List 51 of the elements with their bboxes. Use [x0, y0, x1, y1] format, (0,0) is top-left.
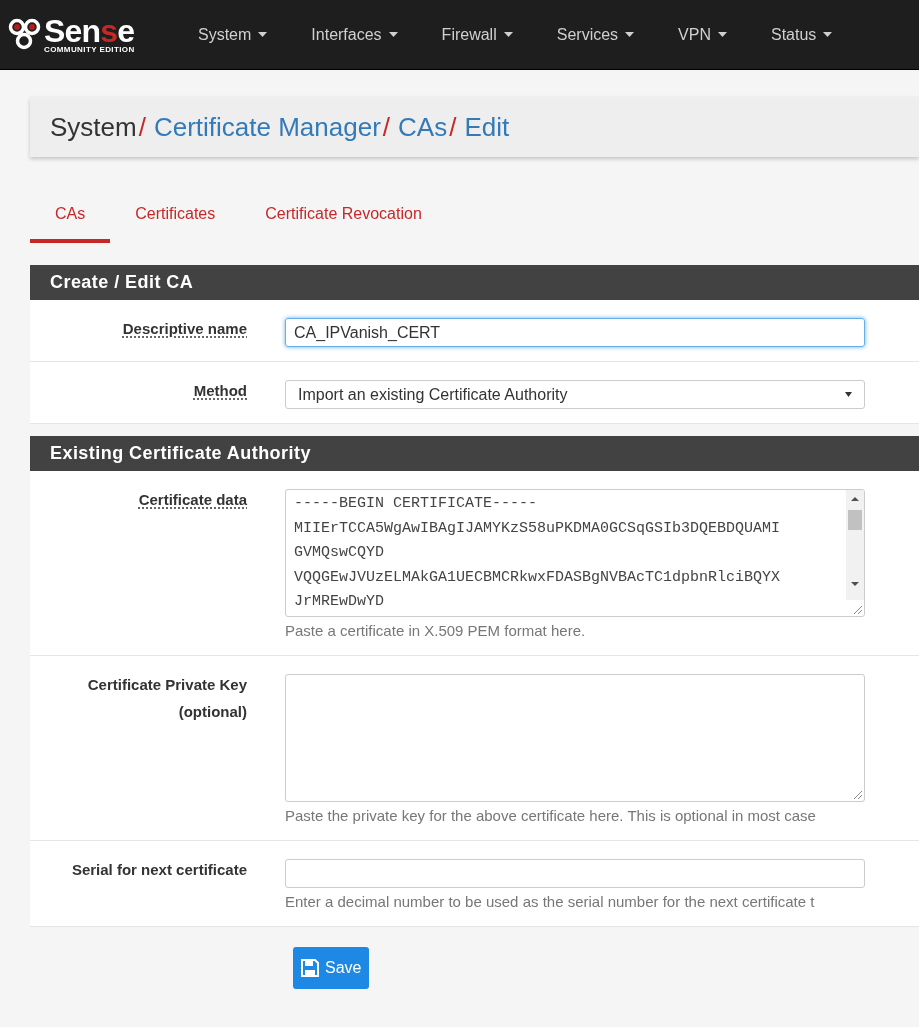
- nav-menu-item[interactable]: Services: [556, 22, 635, 47]
- section-header: Create / Edit CA: [30, 265, 919, 300]
- tab[interactable]: Certificates: [110, 195, 241, 243]
- textarea-field[interactable]: [285, 674, 865, 802]
- nav-menu-item[interactable]: System: [198, 22, 268, 47]
- scrollbar-icon: [846, 490, 864, 600]
- help-text: Paste a certificate in X.509 PEM format here.: [285, 621, 587, 641]
- field-label: Method: [193, 381, 247, 401]
- caret-icon: [823, 32, 833, 37]
- section-header: Existing Certificate Authority: [30, 436, 919, 471]
- field-label: Descriptive name: [122, 319, 247, 339]
- text-input[interactable]: CA_IPVanish_CERT: [285, 318, 865, 347]
- help-text: Enter a decimal number to be used as the serial number for the next certificate t: [285, 892, 816, 912]
- save-button[interactable]: Save: [293, 947, 370, 989]
- textarea-line: GVMQswCQYD: [294, 543, 385, 563]
- resize-handle-icon: [853, 605, 862, 614]
- nav-menu-item[interactable]: Status: [771, 22, 833, 47]
- textarea-line: MIIErTCCA5WgAwIBAgIJAMYKzS58uPKDMA0GCSqGSIb3DQEBDQUAMI: [294, 518, 782, 539]
- breadcrumb-text: System: [50, 110, 137, 144]
- field-label: Certificate data: [138, 490, 247, 510]
- caret-icon: [503, 32, 513, 37]
- breadcrumb-separator: /: [382, 110, 391, 144]
- breadcrumb-link[interactable]: Certificate Manager: [153, 107, 381, 147]
- field-label: Serial for next certificate: [71, 860, 247, 880]
- breadcrumb-separator: /: [138, 110, 146, 144]
- select-dropdown[interactable]: Import an existing Certificate Authority: [285, 380, 865, 409]
- caret-icon: [258, 32, 268, 37]
- logo-rings-icon: [8, 17, 42, 52]
- caret-icon: [388, 32, 398, 37]
- textarea-line: VQQGEwJVUzELMAkGA1UECBMCRkwxFDASBgNVBAcTC1dpbnRlciBQYX: [294, 567, 782, 588]
- field-label: (optional): [178, 701, 247, 722]
- caret-icon: [718, 32, 727, 37]
- textarea-field[interactable]: -----BEGIN CERTIFICATE----- MIIErTCCA5WgAwIBAgIJAMYKzS58uPKDMA0GCSqGSIb3DQEBDQUAMI GVMQswCQYD VQQGEwJVUzELMAkGA1UECBMCRkwxFDASBgNVBAcTC1dpbnRlciBQYX JrMREwDwYD: [285, 489, 865, 617]
- nav-menu-item[interactable]: Firewall: [441, 22, 513, 47]
- field-label: Certificate Private Key: [87, 675, 247, 695]
- breadcrumb-separator: /: [449, 110, 457, 144]
- resize-handle-icon: [853, 790, 862, 799]
- nav-menu-item[interactable]: VPN: [678, 22, 727, 47]
- logo-text: Sense: [44, 15, 135, 46]
- textarea-line: JrMREwDwYD: [294, 592, 385, 612]
- help-text: Paste the private key for the above certificate here. This is optional in most case: [285, 806, 817, 826]
- tab[interactable]: Certificate Revocation: [240, 195, 447, 243]
- tab[interactable]: CAs: [30, 195, 111, 243]
- nav-menu-item[interactable]: Interfaces: [311, 22, 398, 47]
- textarea-line: -----BEGIN CERTIFICATE-----: [294, 494, 539, 514]
- dropdown-arrow-icon: [845, 392, 852, 397]
- breadcrumb-link[interactable]: CAs: [398, 107, 448, 147]
- caret-icon: [625, 32, 635, 37]
- breadcrumb-link[interactable]: Edit: [464, 107, 510, 147]
- logo-subtitle: COMMUNITY EDITION: [44, 45, 135, 54]
- text-input[interactable]: [285, 859, 865, 888]
